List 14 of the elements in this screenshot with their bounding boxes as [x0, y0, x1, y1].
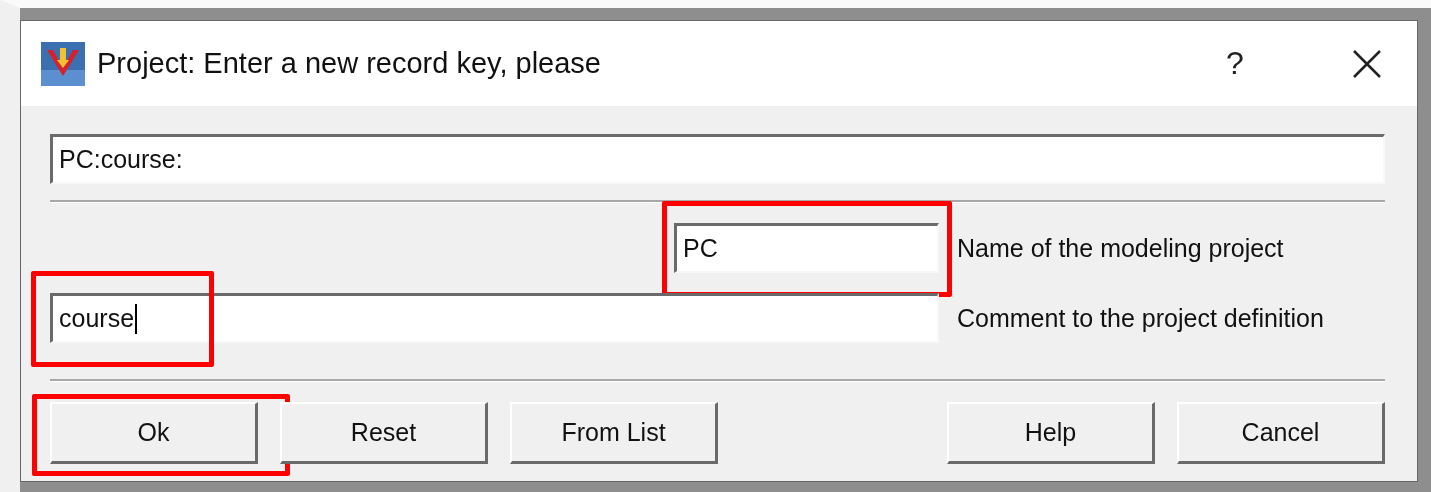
field-label: Comment to the project definition [957, 303, 1325, 333]
dialog-button[interactable]: Cancel [1177, 402, 1385, 464]
window-title: Project: Enter a new record key, please [97, 47, 601, 80]
dialog-button[interactable]: Ok [50, 402, 258, 464]
record-key-field[interactable]: PC:course: [50, 134, 1385, 184]
dialog-button[interactable]: Reset [280, 402, 488, 464]
help-button[interactable]: ? [1205, 33, 1265, 94]
dialog-button[interactable]: From List [510, 402, 718, 464]
app-icon [41, 41, 85, 86]
input-field[interactable]: course [50, 293, 939, 343]
dialog-button[interactable]: Help [947, 402, 1155, 464]
close-icon [1352, 48, 1382, 79]
field-label: Name of the modeling project [957, 233, 1285, 263]
input-field[interactable]: PC [674, 223, 939, 273]
